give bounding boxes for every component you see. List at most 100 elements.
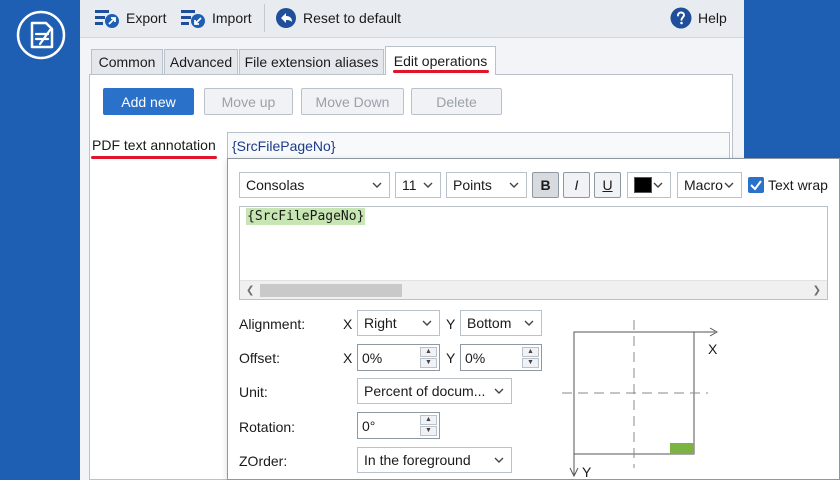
editor-macro-text: {SrcFilePageNo} [246,208,366,225]
italic-button[interactable]: I [563,172,590,198]
unit-value: Percent of docum... [364,383,486,399]
toolbar: Export Import Reset to default Help [80,0,744,38]
annotation-value-field[interactable]: {SrcFilePageNo} [227,132,730,159]
rotation-value: 0° [362,418,376,434]
offset-x-value: 0% [362,350,383,366]
scroll-left-icon[interactable]: ❮ [246,285,254,296]
chevron-down-icon [524,320,534,326]
checkmark-icon [750,180,762,191]
bold-button[interactable]: B [532,172,559,198]
editor-horizontal-scrollbar[interactable]: ❮ ❯ [240,280,827,299]
alignment-x-select[interactable]: Right [357,310,440,336]
tab-file-extension-aliases[interactable]: File extension aliases [239,49,384,74]
tab-label: Common [98,54,156,70]
move-up-label: Move up [221,93,276,110]
text-color-swatch [634,177,652,193]
chevron-down-icon [724,182,734,188]
bold-label: B [540,177,551,193]
macro-label: Macro [684,177,723,193]
scrollbar-thumb[interactable] [260,284,402,297]
add-new-label: Add new [121,93,176,110]
alignment-label: Alignment: [239,316,306,332]
offset-x-stepper[interactable]: 0% ▲ ▼ [357,344,440,371]
reset-label: Reset to default [303,10,402,26]
label-highlight-underline [91,156,217,159]
delete-label: Delete [436,93,477,110]
delete-button[interactable]: Delete [411,88,502,115]
tab-common[interactable]: Common [91,49,163,74]
annotation-position-marker [670,443,694,454]
offset-y-value: 0% [465,350,486,366]
move-down-label: Move Down [315,93,390,110]
tab-label: Advanced [169,54,233,70]
unit-label: Unit: [239,384,268,400]
text-wrap-label: Text wrap [768,177,828,193]
alignment-y-select[interactable]: Bottom [460,310,542,336]
rotation-label: Rotation: [239,419,296,435]
alignment-y-label: Y [446,316,456,332]
tab-label: File extension aliases [244,54,379,70]
diagram-y-label: Y [582,464,592,480]
font-size-select[interactable]: 11 [395,172,441,198]
zorder-label: ZOrder: [239,453,288,469]
underline-label: U [602,177,613,193]
offset-x-label: X [343,350,353,366]
macro-select[interactable]: Macro [677,172,742,198]
increment-icon[interactable]: ▲ [420,347,437,357]
offset-label: Offset: [239,350,280,366]
text-wrap-checkbox[interactable] [748,177,764,193]
tab-advanced[interactable]: Advanced [164,49,238,74]
offset-y-stepper[interactable]: 0% ▲ ▼ [460,344,542,371]
chevron-down-icon [422,320,432,326]
chevron-down-icon [423,182,433,188]
increment-icon[interactable]: ▲ [522,347,539,357]
help-icon [670,7,692,29]
import-label: Import [212,10,252,26]
decrement-icon[interactable]: ▼ [522,358,539,368]
export-button[interactable]: Export [94,5,166,31]
increment-icon[interactable]: ▲ [420,415,437,425]
export-label: Export [126,10,167,26]
import-icon [181,10,205,28]
unit-select[interactable]: Percent of docum... [357,378,512,404]
scroll-right-icon[interactable]: ❯ [813,285,821,296]
decrement-icon[interactable]: ▼ [420,358,437,368]
font-family-select[interactable]: Consolas [239,172,390,198]
tab-label: Edit operations [393,53,488,69]
size-unit-select[interactable]: Points [446,172,527,198]
underline-button[interactable]: U [594,172,621,198]
export-icon [95,10,119,28]
zorder-value: In the foreground [364,452,471,468]
alignment-y-value: Bottom [467,315,512,331]
font-size-value: 11 [402,177,417,193]
decrement-icon[interactable]: ▼ [420,426,437,436]
zorder-select[interactable]: In the foreground [357,447,512,473]
chevron-down-icon [509,182,519,188]
app-logo-icon [16,10,66,60]
toolbar-separator [264,4,265,32]
help-label: Help [698,10,727,26]
chevron-down-icon [372,182,382,188]
size-unit-value: Points [453,177,492,193]
chevron-down-icon [653,182,663,188]
move-down-button[interactable]: Move Down [301,88,404,115]
help-button[interactable]: Help [670,5,727,31]
text-color-picker[interactable] [627,172,671,198]
pdf-text-annotation-label: PDF text annotation [92,137,216,153]
diagram-x-label: X [708,341,718,357]
import-button[interactable]: Import [180,5,252,31]
reset-to-default-button[interactable]: Reset to default [275,5,401,31]
chevron-down-icon [494,388,504,394]
tab-highlight-underline [393,70,489,73]
reset-icon [276,8,296,28]
alignment-x-label: X [343,316,353,332]
app-sidebar [0,0,80,480]
italic-label: I [574,177,579,193]
placement-preview-diagram [562,320,719,478]
font-family-value: Consolas [246,177,305,193]
chevron-down-icon [494,457,504,463]
move-up-button[interactable]: Move up [204,88,293,115]
add-new-button[interactable]: Add new [103,88,194,115]
alignment-x-value: Right [364,315,397,331]
rotation-stepper[interactable]: 0° ▲ ▼ [357,412,440,439]
